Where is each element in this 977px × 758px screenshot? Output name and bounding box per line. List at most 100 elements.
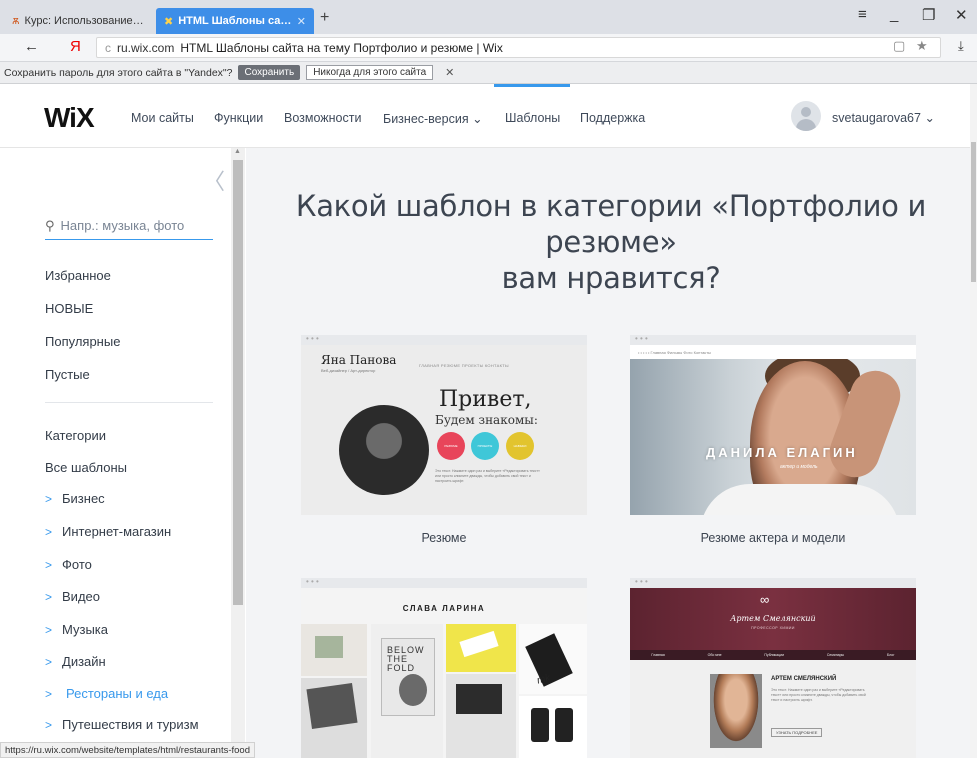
category-sidebar: 〈 ⚲ Напр.: музыка, фото Избранное НОВЫЕ …	[0, 148, 246, 742]
sidebar-divider	[45, 402, 213, 403]
resume-bubble: РЕЗЮМЕ	[437, 432, 465, 460]
preview-title: АРТЕМ СМЕЛЯНСКИЙ	[771, 676, 837, 682]
menu-capabilities[interactable]: Возможности	[284, 111, 361, 125]
new-tab-button[interactable]: +	[320, 9, 329, 27]
yandex-logo-icon[interactable]: Я	[70, 38, 81, 55]
chevron-right-icon: >	[45, 590, 53, 604]
sidebar-item-video[interactable]: > Видео	[45, 589, 100, 604]
chevron-down-icon: ⌄	[924, 111, 935, 125]
sidebar-item-label: Фото	[62, 557, 92, 572]
close-tab-icon[interactable]: ✕	[297, 15, 306, 28]
chevron-right-icon: >	[45, 558, 53, 572]
sidebar-item-label: Музыка	[62, 622, 108, 637]
page-title: Какой шаблон в категории «Портфолио и ре…	[295, 189, 927, 295]
filter-blank[interactable]: Пустые	[45, 367, 90, 382]
template-card-chemist[interactable]: • • • ∞ Артем Смелянский ПРОФЕССОР ХИМИИ…	[630, 578, 916, 758]
menu-templates[interactable]: Шаблоны	[505, 111, 560, 125]
avatar[interactable]	[791, 101, 821, 131]
preview-name: СЛАВА ЛАРИНА	[402, 604, 486, 613]
download-icon[interactable]: ⤓	[958, 38, 964, 54]
search-placeholder: Напр.: музыка, фото	[60, 218, 185, 233]
preview-role: актер и модель	[780, 464, 818, 470]
sidebar-item-label: Видео	[62, 589, 100, 604]
template-card-portfolio[interactable]: • • • СЛАВА ЛАРИНА BELOW THE FOLD mk	[301, 578, 587, 758]
template-caption-actor[interactable]: Резюме актера и модели	[630, 531, 916, 545]
chevron-right-icon: >	[45, 525, 53, 539]
page-scrollbar[interactable]	[970, 84, 977, 758]
sidebar-item-music[interactable]: > Музыка	[45, 622, 108, 637]
preview-hello: Привет,	[439, 387, 532, 412]
skills-bubble: НАВЫКИ	[506, 432, 534, 460]
restore-icon[interactable]: ❐	[922, 6, 935, 24]
templates-gallery: Какой шаблон в категории «Портфолио и ре…	[246, 148, 970, 758]
active-menu-indicator	[494, 84, 570, 87]
course-favicon-icon: ѫ	[12, 15, 20, 27]
preview-subtitle: ПРОФЕССОР ХИМИИ	[751, 626, 795, 630]
wix-logo[interactable]: WiX	[44, 102, 95, 134]
menu-features[interactable]: Функции	[214, 111, 263, 125]
template-card-actor[interactable]: • • • • • • • • Главная Фильмы Фото Конт…	[630, 335, 916, 515]
sidebar-item-travel[interactable]: > Путешествия и туризм	[45, 717, 199, 732]
filter-popular[interactable]: Популярные	[45, 334, 120, 349]
reader-mode-icon[interactable]: ▢	[893, 38, 905, 54]
username: svetaugarova67	[832, 111, 921, 125]
browser-tab-course[interactable]: ѫ Курс: Использование серв	[4, 8, 154, 34]
preview-nav: ГЛАВНАЯ РЕЗЮМЕ ПРОЕКТЫ КОНТАКТЫ	[419, 363, 509, 368]
preview-subtitle: Веб-дизайнер / Арт-директор	[321, 368, 376, 373]
preview-text: Это текст. Нажмите один раз и выберите «…	[771, 688, 866, 702]
preview-nav: Главная Обо мне Публикации Семинары Блог	[630, 650, 916, 660]
all-templates-link[interactable]: Все шаблоны	[45, 460, 127, 475]
filter-favorites[interactable]: Избранное	[45, 268, 111, 283]
browser-tab-bar: ѫ Курс: Использование серв ✖ HTML Шаблон…	[0, 0, 977, 34]
menu-business-label: Бизнес-версия	[383, 112, 469, 126]
scroll-up-icon[interactable]: ▲	[234, 148, 241, 155]
user-menu[interactable]: svetaugarova67 ⌄	[832, 110, 935, 125]
sidebar-item-label: Путешествия и туризм	[62, 717, 199, 732]
save-password-bar: Сохранить пароль для этого сайта в "Yand…	[0, 62, 977, 84]
filter-new[interactable]: НОВЫЕ	[45, 301, 93, 316]
sidebar-item-photo[interactable]: > Фото	[45, 557, 92, 572]
search-input[interactable]: ⚲ Напр.: музыка, фото	[45, 212, 213, 240]
collapse-sidebar-icon[interactable]: 〈	[203, 164, 225, 196]
url-page-title: HTML Шаблоны сайта на тему Портфолио и р…	[180, 40, 503, 55]
status-bar-url: https://ru.wix.com/website/templates/htm…	[0, 742, 255, 758]
minimize-icon[interactable]: _	[890, 6, 898, 23]
sidebar-item-label: Дизайн	[62, 654, 106, 669]
sidebar-item-label: Интернет-магазин	[62, 524, 172, 539]
chevron-right-icon: >	[45, 492, 53, 506]
browser-menu-icon[interactable]: ≡	[858, 6, 867, 23]
categories-heading: Категории	[45, 428, 106, 443]
menu-business[interactable]: Бизнес-версия ⌄	[383, 111, 483, 126]
close-bar-icon[interactable]: ✕	[445, 66, 454, 79]
page-scroll-thumb[interactable]	[971, 142, 976, 282]
menu-my-sites[interactable]: Мои сайты	[131, 111, 194, 125]
never-save-button[interactable]: Никогда для этого сайта	[306, 65, 434, 80]
chevron-down-icon: ⌄	[472, 112, 483, 126]
url-domain: ru.wix.com	[117, 40, 175, 55]
close-window-icon[interactable]: ✕	[955, 6, 968, 24]
reload-icon[interactable]: c	[105, 41, 111, 55]
projects-bubble: ПРОЕКТЫ	[471, 432, 499, 460]
portrait-image	[339, 405, 429, 495]
url-field[interactable]: c ru.wix.com HTML Шаблоны сайта на тему …	[96, 37, 941, 58]
sidebar-item-design[interactable]: > Дизайн	[45, 654, 106, 669]
chevron-right-icon: >	[45, 655, 53, 669]
browser-tab-wix[interactable]: ✖ HTML Шаблоны сайта на ✕	[156, 8, 314, 34]
template-caption-resume[interactable]: Резюме	[301, 531, 587, 545]
sidebar-item-online-store[interactable]: > Интернет-магазин	[45, 524, 171, 539]
preview-text: Это текст. Нажмите один раз и выберите «…	[435, 469, 540, 483]
sidebar-item-business[interactable]: > Бизнес	[45, 491, 105, 506]
chevron-right-icon: >	[45, 687, 53, 701]
back-arrow-icon[interactable]: ←	[24, 38, 39, 55]
sidebar-item-label: Рестораны и еда	[66, 686, 169, 701]
bookmark-star-icon[interactable]: ★	[916, 38, 928, 54]
address-bar: ← Я c ru.wix.com HTML Шаблоны сайта на т…	[0, 34, 977, 62]
template-card-resume[interactable]: • • • Яна Панова Веб-дизайнер / Арт-дире…	[301, 335, 587, 515]
tab-title: HTML Шаблоны сайта на	[178, 15, 293, 27]
save-password-button[interactable]: Сохранить	[238, 65, 301, 80]
preview-subhello: Будем знакомы:	[435, 413, 538, 427]
sidebar-scroll-thumb[interactable]	[233, 160, 243, 605]
sidebar-item-restaurants[interactable]: > Рестораны и еда	[45, 686, 168, 701]
chevron-right-icon: >	[45, 623, 53, 637]
menu-support[interactable]: Поддержка	[580, 111, 645, 125]
